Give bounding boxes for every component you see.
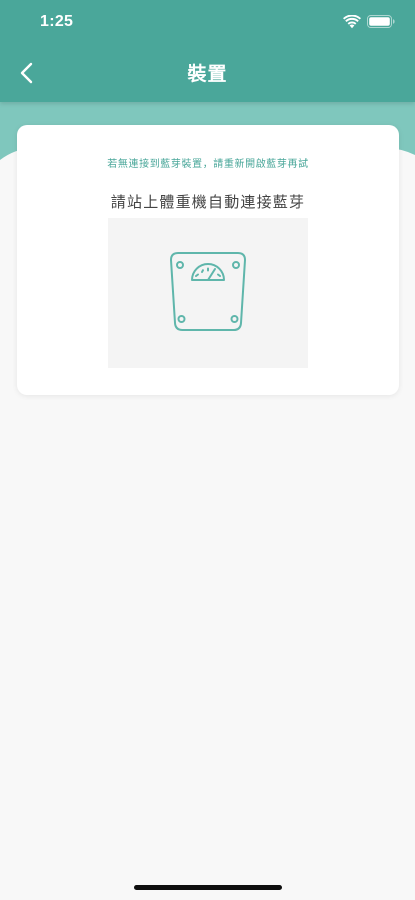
status-bar: 1:25 [0,0,415,44]
home-indicator[interactable] [134,885,282,890]
connect-instruction-text: 請站上體重機自動連接藍芽 [110,193,306,211]
bluetooth-hint-text: 若無連接到藍芽裝置，請重新開啟藍芽再試 [107,159,309,170]
page-title: 裝置 [187,63,228,85]
scale-image [108,218,308,368]
wifi-icon [343,15,361,29]
battery-icon [367,15,395,28]
device-connection-card: 若無連接到藍芽裝置，請重新開啟藍芽再試 請站上體重機自動連接藍芽 [17,125,399,395]
navigation-bar: 裝置 [0,44,415,102]
weighing-scale-icon [170,252,246,331]
status-time: 1:25 [40,13,74,30]
header: 1:25 裝置 [0,0,415,102]
